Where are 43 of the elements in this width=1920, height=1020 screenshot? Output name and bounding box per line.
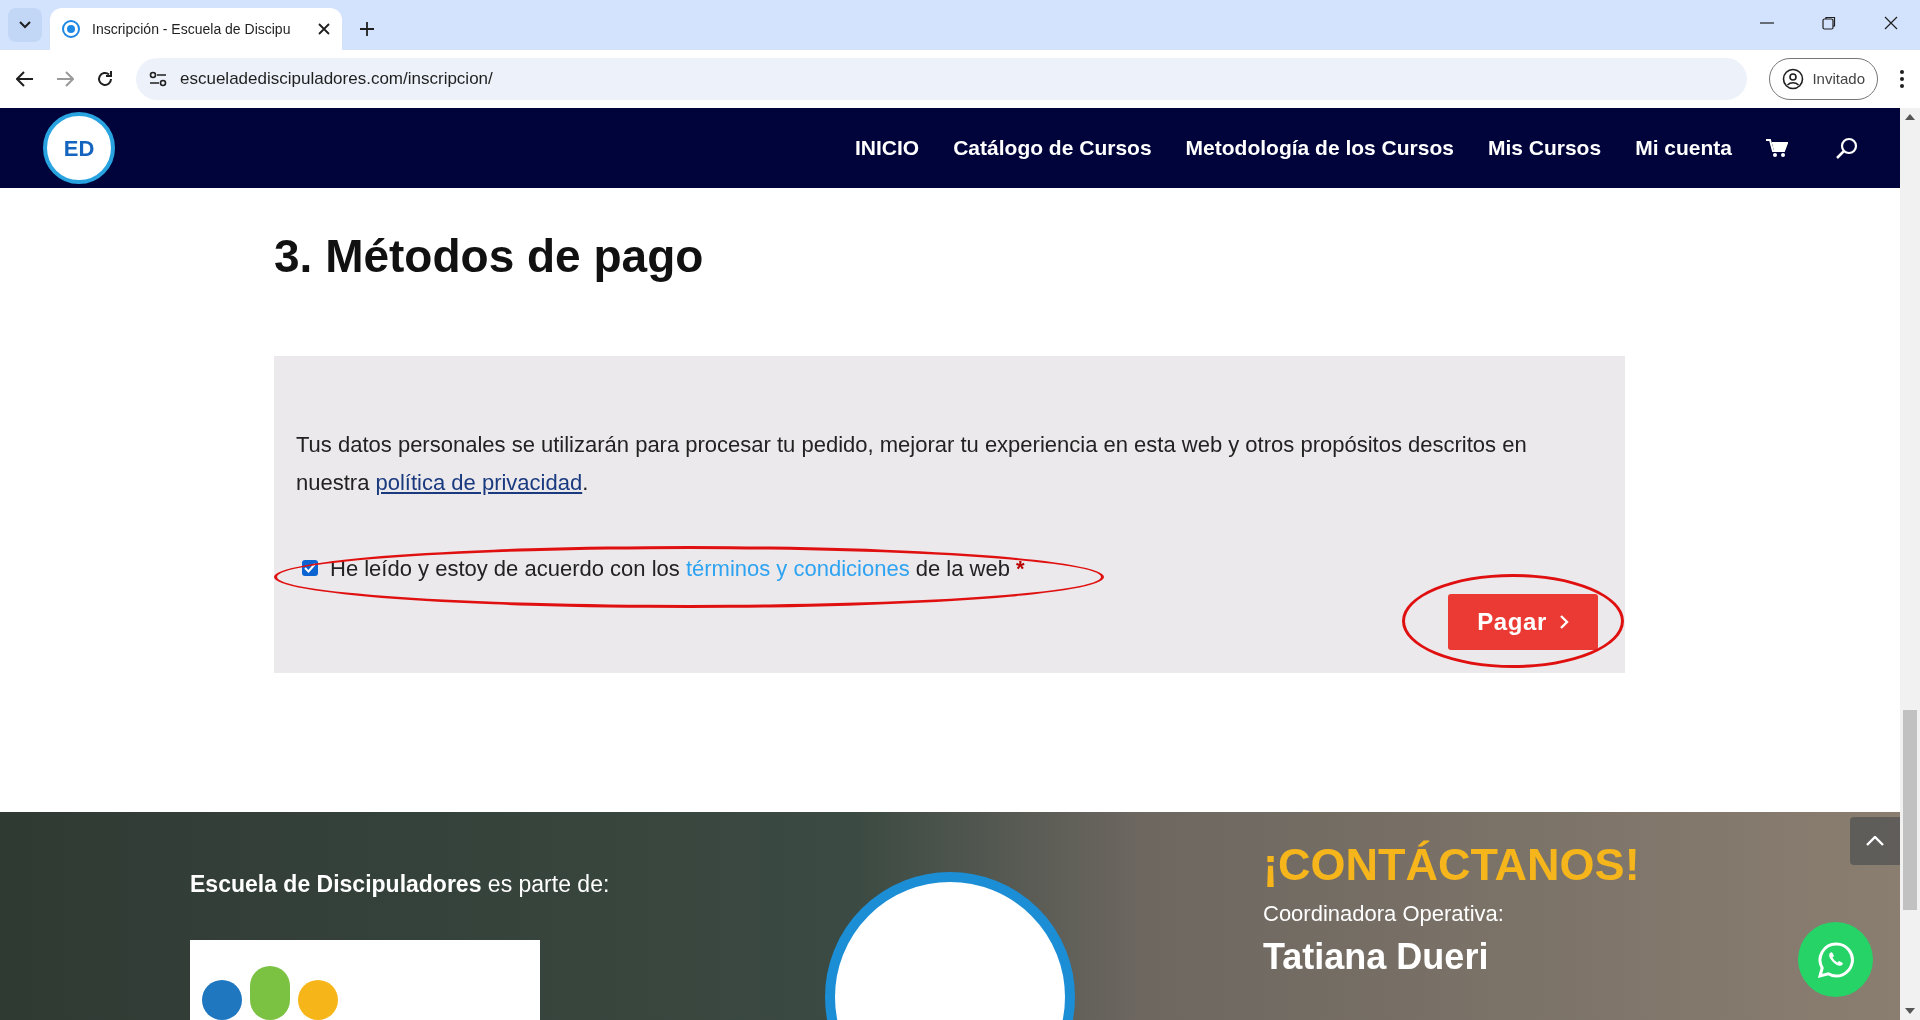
- scrollbar-thumb[interactable]: [1903, 710, 1917, 910]
- chevron-up-icon: [1866, 836, 1884, 846]
- tab-title: Inscripción - Escuela de Discipu: [92, 19, 292, 39]
- scroll-up-icon[interactable]: [1905, 114, 1915, 120]
- close-window-icon[interactable]: [1884, 16, 1898, 30]
- person-icon: [1782, 68, 1805, 90]
- site-settings-icon[interactable]: [148, 70, 168, 88]
- site-logo[interactable]: ED: [43, 112, 115, 184]
- section-heading: 3. Métodos de pago: [274, 229, 705, 284]
- terms-label: He leído y estoy de acuerdo con los términos y condiciones de la web *: [330, 554, 1025, 583]
- privacy-notice: Tus datos personales se utilizarán para procesar tu pedido, mejorar tu experiencia en esta web y otros propósitos descritos en nuestra política de privacidad.: [296, 430, 1528, 497]
- nav-link[interactable]: INICIO: [855, 132, 920, 164]
- coordinator-name: Tatiana Dueri: [1263, 935, 1490, 980]
- contact-heading: ¡CONTÁCTANOS!: [1263, 838, 1640, 892]
- terms-checkbox[interactable]: [302, 560, 318, 576]
- back-to-top-button[interactable]: [1850, 817, 1900, 865]
- browser-tab[interactable]: Inscripción - Escuela de Discipu: [50, 8, 342, 50]
- nav-link[interactable]: Metodología de los Cursos: [1185, 132, 1454, 164]
- more-menu-icon[interactable]: [1900, 70, 1904, 88]
- coordinator-label: Coordinadora Operativa:: [1263, 900, 1505, 929]
- search-icon[interactable]: [1836, 137, 1858, 159]
- nav-link[interactable]: Catálogo de Cursos: [953, 132, 1152, 164]
- pay-button[interactable]: Pagar: [1448, 593, 1598, 650]
- scroll-down-icon[interactable]: [1905, 1008, 1915, 1014]
- chevron-down-icon: [19, 21, 31, 29]
- reload-icon[interactable]: [96, 70, 114, 88]
- url-text: escueladediscipuladores.com/inscripcion/: [180, 68, 493, 91]
- nav-link[interactable]: Mis Cursos: [1487, 132, 1602, 164]
- restore-icon[interactable]: [1822, 16, 1836, 30]
- tab-list-button[interactable]: [8, 8, 42, 42]
- footer-affiliation-text: Escuela de Discipuladores es parte de:: [190, 870, 611, 899]
- site-favicon-icon: [62, 20, 80, 38]
- forward-arrow-icon[interactable]: [56, 71, 74, 87]
- chat-bubble-phone-icon: [1816, 940, 1855, 979]
- close-icon[interactable]: [318, 23, 330, 35]
- scrollbar[interactable]: [1900, 108, 1920, 1020]
- nav-link[interactable]: Mi cuenta: [1635, 132, 1732, 164]
- back-arrow-icon[interactable]: [16, 71, 34, 87]
- address-bar[interactable]: escueladediscipuladores.com/inscripcion/: [136, 58, 1748, 100]
- chevron-right-icon: [1558, 613, 1569, 630]
- new-tab-icon[interactable]: [360, 22, 374, 36]
- cart-icon[interactable]: [1766, 138, 1788, 158]
- privacy-policy-link[interactable]: política de privacidad: [375, 469, 583, 495]
